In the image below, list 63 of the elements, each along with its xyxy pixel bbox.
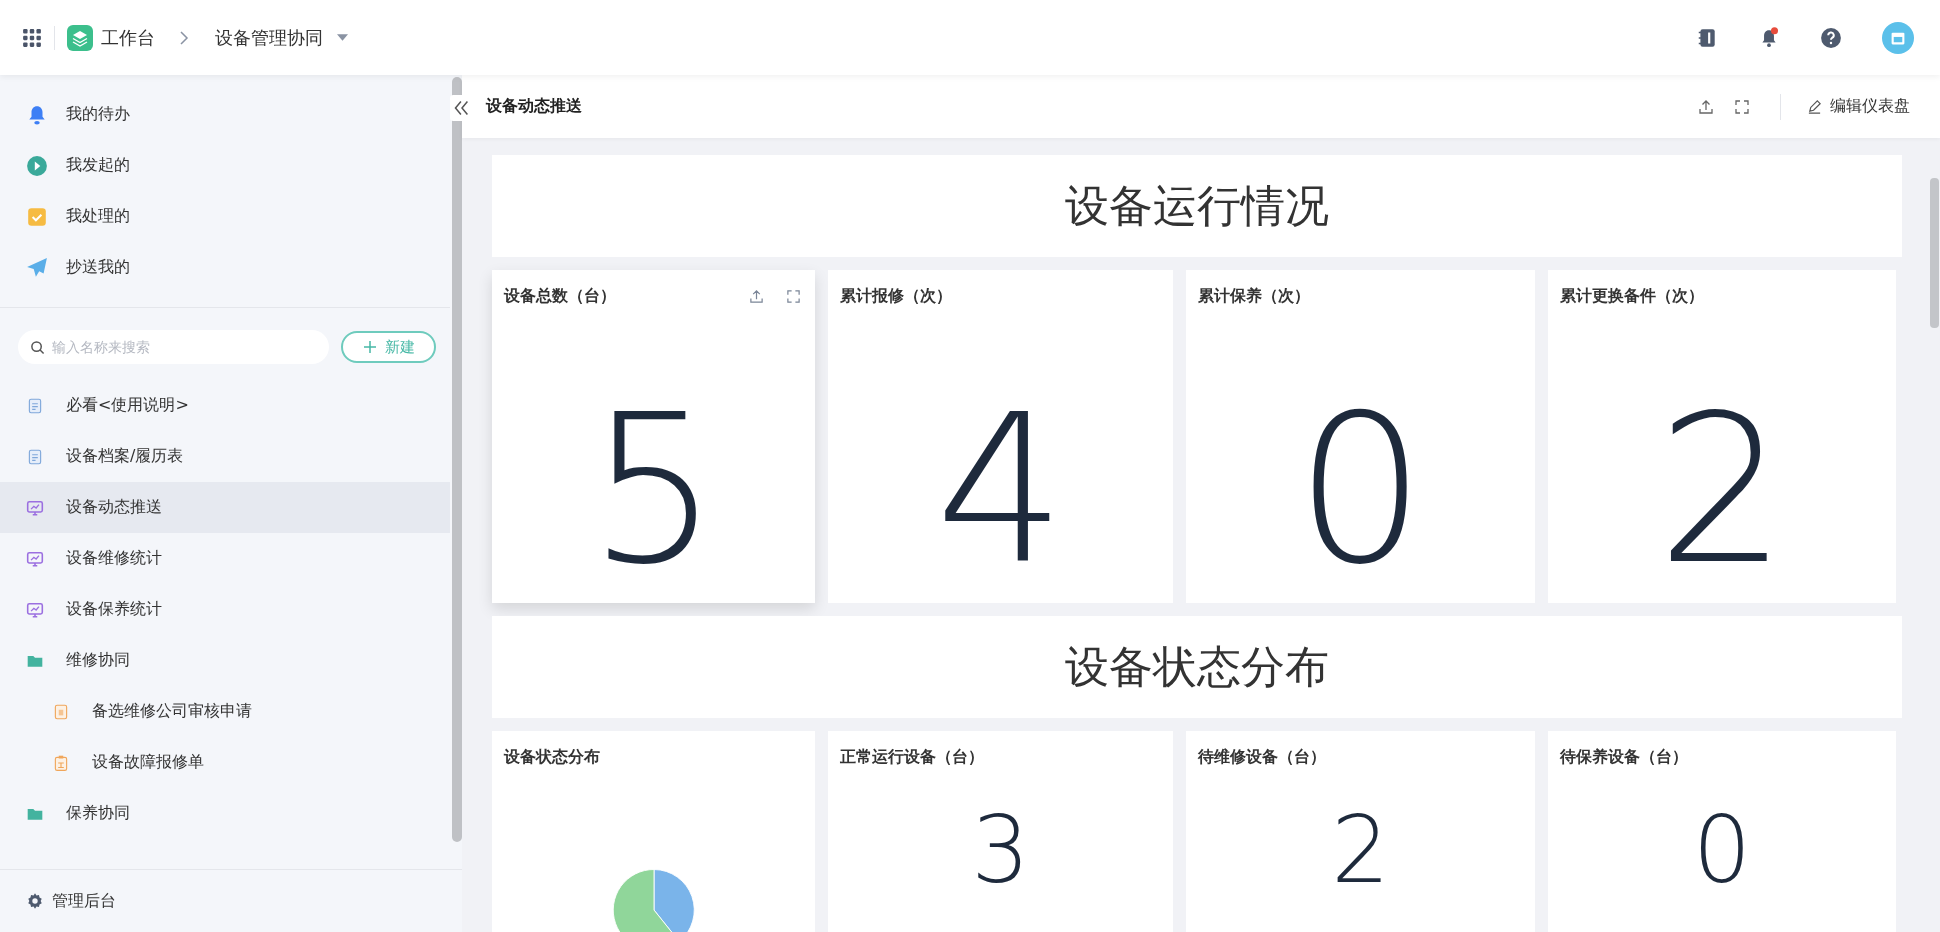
monitor-chart-icon xyxy=(26,549,44,568)
play-icon xyxy=(26,154,48,177)
fullscreen-icon[interactable] xyxy=(786,288,801,304)
quick-link[interactable]: 我发起的 xyxy=(0,140,450,191)
sidebar-item[interactable]: 必看<使用说明> xyxy=(0,380,450,431)
stat-value: 0 xyxy=(1692,805,1752,897)
quick-link[interactable]: 我的待办 xyxy=(0,89,450,140)
quick-link[interactable]: 抄送我的 xyxy=(0,242,450,293)
stat-value: 0 xyxy=(1295,388,1426,593)
stack-logo-icon xyxy=(67,24,93,51)
notebook-icon[interactable] xyxy=(1696,26,1718,49)
stat-value: 4 xyxy=(935,388,1066,593)
sidebar-item[interactable]: 备选维修公司审核申请 xyxy=(0,686,450,737)
search-field[interactable]: 输入名称来搜索 xyxy=(18,330,329,364)
upload-icon[interactable] xyxy=(1698,98,1714,115)
plus-icon xyxy=(362,340,377,354)
scrollbar[interactable] xyxy=(1930,178,1939,328)
avatar-icon[interactable] xyxy=(1882,21,1914,54)
monitor-chart-icon xyxy=(26,498,44,517)
clipboard-icon xyxy=(52,753,70,772)
gear-icon xyxy=(26,892,44,910)
document-icon xyxy=(26,396,44,415)
sidebar-item[interactable]: 设备保养统计 xyxy=(0,584,450,635)
sidebar-item[interactable]: 保养协同 xyxy=(0,788,450,839)
stat-value: 2 xyxy=(1331,805,1390,897)
chevron-right-icon xyxy=(179,29,189,46)
card-title: 设备总数（台） xyxy=(504,285,616,307)
scrollbar[interactable] xyxy=(452,77,462,842)
breadcrumb[interactable]: 设备管理协同 xyxy=(215,25,323,50)
sidebar-item[interactable]: 设备维修统计 xyxy=(0,533,450,584)
card-title: 正常运行设备（台） xyxy=(840,746,984,768)
document-icon xyxy=(26,447,44,466)
app-name[interactable]: 工作台 xyxy=(101,25,155,50)
checkbox-icon xyxy=(26,205,48,228)
document-icon xyxy=(52,702,70,721)
stat-value: 3 xyxy=(971,805,1030,897)
upload-icon[interactable] xyxy=(749,288,764,304)
help-icon[interactable] xyxy=(1820,26,1842,49)
paper-plane-icon xyxy=(26,256,48,279)
fullscreen-icon[interactable] xyxy=(1734,98,1750,115)
sidebar-item[interactable]: 设备动态推送 xyxy=(0,482,450,533)
card-title: 待保养设备（台） xyxy=(1560,746,1688,768)
card-title: 待维修设备（台） xyxy=(1198,746,1326,768)
admin-link[interactable]: 管理后台 xyxy=(26,890,116,912)
quick-link[interactable]: 我处理的 xyxy=(0,191,450,242)
card-title: 设备状态分布 xyxy=(504,746,600,768)
stat-value: 5 xyxy=(588,388,719,593)
pencil-icon xyxy=(1807,99,1822,114)
app-grid-icon[interactable] xyxy=(22,27,42,48)
sidebar-item[interactable]: 维修协同 xyxy=(0,635,450,686)
stat-value: 2 xyxy=(1656,388,1788,593)
dropdown-caret-icon[interactable] xyxy=(337,34,348,41)
section-heading: 设备运行情况 xyxy=(1065,178,1329,233)
sidebar-item[interactable]: 设备故障报修单 xyxy=(0,737,450,788)
card-title: 累计保养（次） xyxy=(1198,285,1310,307)
sidebar-item[interactable]: 设备档案/履历表 xyxy=(0,431,450,482)
dashboard-title: 设备动态推送 xyxy=(486,96,582,117)
card-title: 累计报修（次） xyxy=(840,285,952,307)
section-heading: 设备状态分布 xyxy=(1065,639,1329,694)
edit-dashboard-button[interactable]: 编辑仪表盘 xyxy=(1807,96,1910,117)
card-title: 累计更换备件（次） xyxy=(1560,285,1704,307)
search-icon xyxy=(30,340,45,355)
monitor-chart-icon xyxy=(26,600,44,619)
